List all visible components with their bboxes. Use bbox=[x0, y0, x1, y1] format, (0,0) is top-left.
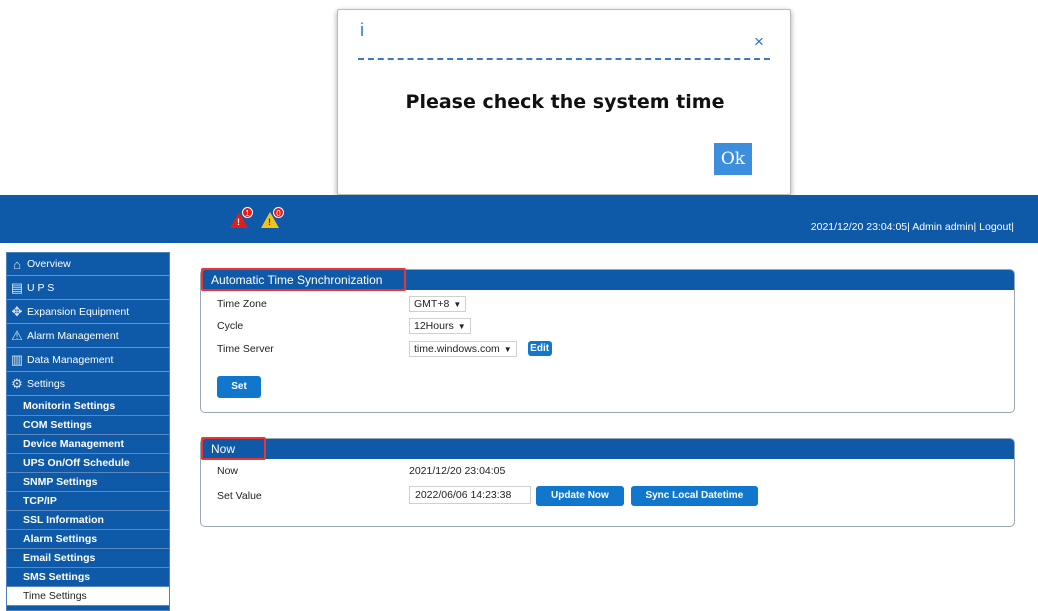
sidebar: ⌂ Overview ▤ U P S ✥ Expansion Equipment… bbox=[6, 252, 170, 611]
chevron-down-icon: ▼ bbox=[453, 300, 462, 309]
warning-alarm-icon[interactable]: ! 0 bbox=[261, 207, 284, 228]
sidebar-item-label: U P S bbox=[27, 282, 55, 294]
panel-header: Now bbox=[201, 439, 1014, 459]
database-icon: ▥ bbox=[10, 352, 24, 367]
sidebar-item-label: Alarm Management bbox=[27, 330, 119, 342]
header-status: 2021/12/20 23:04:05| Admin admin| Logout… bbox=[810, 221, 1014, 233]
expansion-icon: ✥ bbox=[11, 304, 23, 319]
top-header: ! 1 ! 0 2021/12/20 23:04:05| Admin admin… bbox=[0, 195, 1038, 243]
header-datetime: 2021/12/20 23:04:05 bbox=[810, 221, 908, 233]
cycle-label: Cycle bbox=[217, 320, 244, 332]
ok-button[interactable]: Ok bbox=[714, 143, 752, 175]
edit-server-button[interactable]: Edit bbox=[527, 341, 552, 356]
close-icon[interactable]: × bbox=[754, 32, 764, 52]
main-content: Automatic Time Synchronization Time Zone… bbox=[180, 243, 1038, 611]
sidebar-item-expansion-equipment[interactable]: ✥ Expansion Equipment bbox=[7, 301, 169, 324]
sidebar-item-ups[interactable]: ▤ U P S bbox=[7, 277, 169, 300]
system-time-dialog: i × Please check the system time Ok bbox=[337, 9, 791, 195]
sidebar-item-label: Settings bbox=[27, 378, 65, 390]
critical-alarm-icon[interactable]: ! 1 bbox=[230, 207, 253, 228]
sidebar-item-settings[interactable]: ⚙ Settings bbox=[7, 373, 169, 396]
sidebar-item-data-management[interactable]: ▥ Data Management bbox=[7, 349, 169, 372]
sync-local-datetime-button[interactable]: Sync Local Datetime bbox=[630, 486, 758, 506]
set-value-label: Set Value bbox=[217, 490, 262, 502]
sidebar-item-alarm-management[interactable]: ⚠ Alarm Management bbox=[7, 325, 169, 348]
sidebar-subitem-monitoring-settings[interactable]: Monitorin Settings bbox=[7, 397, 169, 416]
home-icon: ⌂ bbox=[13, 256, 21, 272]
sidebar-subitem-snmp-settings[interactable]: SNMP Settings bbox=[7, 473, 169, 492]
sidebar-item-label: Overview bbox=[27, 258, 71, 270]
header-user: Admin admin bbox=[912, 221, 974, 233]
highlight-box bbox=[201, 268, 406, 291]
sidebar-item-overview[interactable]: ⌂ Overview bbox=[7, 253, 169, 276]
sidebar-subitem-sms-settings[interactable]: SMS Settings bbox=[7, 568, 169, 587]
now-label: Now bbox=[217, 465, 239, 477]
sidebar-subitem-alarm-settings[interactable]: Alarm Settings bbox=[7, 530, 169, 549]
set-value-input[interactable]: 2022/06/06 14:23:38 bbox=[409, 486, 531, 504]
sidebar-subitem-time-settings[interactable]: Time Settings bbox=[7, 587, 169, 606]
sidebar-subitem-com-settings[interactable]: COM Settings bbox=[7, 416, 169, 435]
cycle-select[interactable]: 12Hours ▼ bbox=[409, 318, 471, 334]
info-icon: i bbox=[360, 20, 364, 40]
time-zone-label: Time Zone bbox=[217, 298, 267, 310]
gear-icon: ⚙ bbox=[11, 376, 23, 391]
now-panel: Now Now 2021/12/20 23:04:05 Set Value 20… bbox=[200, 438, 1015, 527]
time-server-select[interactable]: time.windows.com ▼ bbox=[409, 341, 517, 357]
sidebar-subitem-ssl-information[interactable]: SSL Information bbox=[7, 511, 169, 530]
time-zone-select[interactable]: GMT+8 ▼ bbox=[409, 296, 467, 312]
chevron-down-icon: ▼ bbox=[503, 345, 512, 354]
highlight-box bbox=[201, 437, 266, 460]
sidebar-subitem-ups-schedule[interactable]: UPS On/Off Schedule bbox=[7, 454, 169, 473]
chevron-down-icon: ▼ bbox=[457, 322, 466, 331]
update-now-button[interactable]: Update Now bbox=[535, 486, 624, 506]
dialog-divider bbox=[358, 58, 770, 60]
critical-alarm-count: 1 bbox=[242, 207, 253, 218]
sidebar-item-label: Data Management bbox=[27, 354, 114, 366]
logout-link[interactable]: Logout bbox=[979, 221, 1011, 233]
ups-icon: ▤ bbox=[10, 280, 24, 295]
now-value: 2021/12/20 23:04:05 bbox=[409, 465, 506, 477]
set-button[interactable]: Set bbox=[217, 376, 261, 398]
sidebar-subitem-device-management[interactable]: Device Management bbox=[7, 435, 169, 454]
sidebar-subitem-email-settings[interactable]: Email Settings bbox=[7, 549, 169, 568]
sidebar-item-label: Expansion Equipment bbox=[27, 306, 130, 318]
time-server-label: Time Server bbox=[217, 343, 274, 355]
sidebar-subitem-tcpip[interactable]: TCP/IP bbox=[7, 492, 169, 511]
warning-alarm-count: 0 bbox=[273, 207, 284, 218]
dialog-message: Please check the system time bbox=[405, 91, 725, 113]
warning-icon: ⚠ bbox=[11, 328, 23, 343]
